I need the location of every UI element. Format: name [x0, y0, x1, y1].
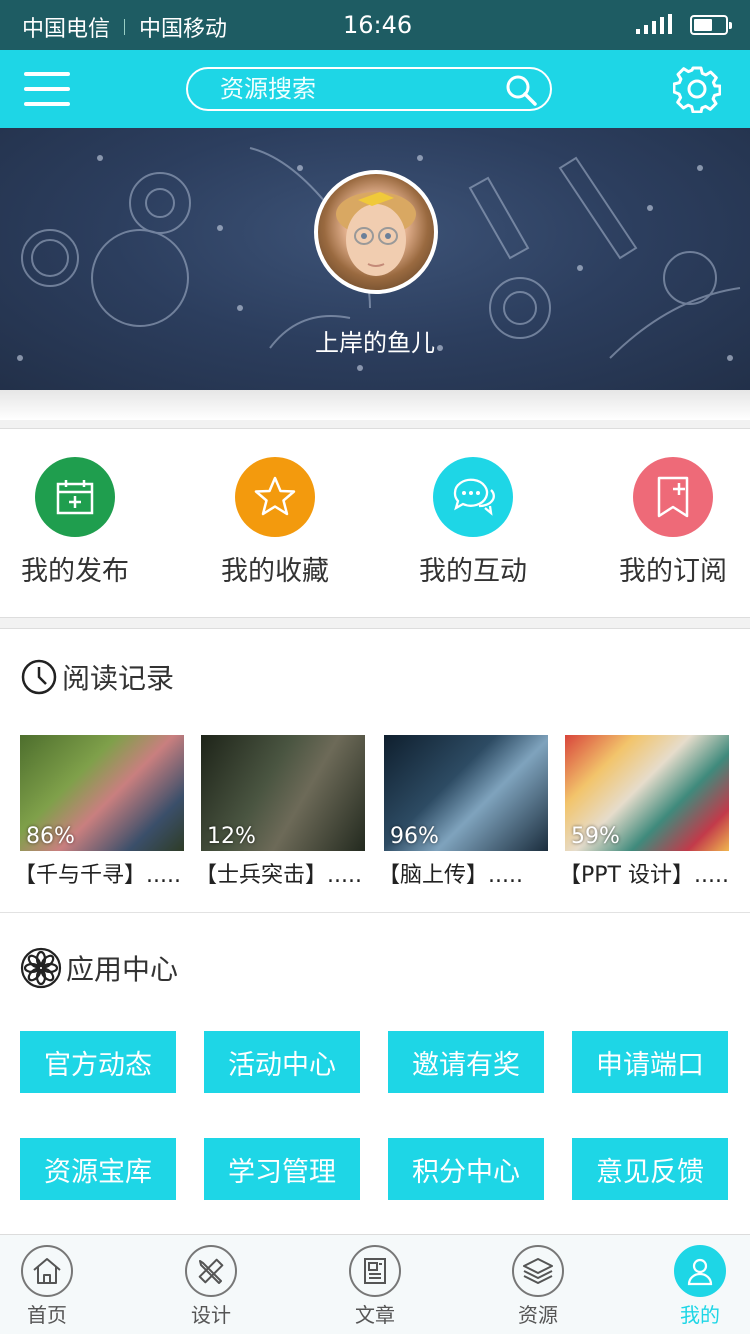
banner-divider — [0, 390, 750, 420]
my-subscriptions-button[interactable]: 我的订阅 — [593, 457, 750, 588]
study-management-button[interactable]: 学习管理 — [204, 1138, 360, 1200]
activity-center-button[interactable]: 活动中心 — [204, 1031, 360, 1093]
pencil-ruler-icon — [185, 1245, 237, 1297]
calendar-icon — [35, 457, 115, 537]
invite-reward-button[interactable]: 邀请有奖 — [388, 1031, 544, 1093]
tab-articles[interactable]: 文章 — [335, 1245, 415, 1328]
menu-icon[interactable] — [24, 70, 70, 108]
points-center-button[interactable]: 积分中心 — [388, 1138, 544, 1200]
reading-progress: 96% — [390, 824, 439, 849]
reading-item[interactable]: 12% 【士兵突击】..... — [195, 735, 365, 889]
reading-item[interactable]: 96% 【脑上传】..... — [378, 735, 548, 889]
clock-icon — [21, 659, 57, 695]
resource-library-button[interactable]: 资源宝库 — [20, 1138, 176, 1200]
avatar[interactable] — [314, 170, 438, 294]
tab-resources-label: 资源 — [518, 1303, 558, 1327]
reading-progress: 59% — [571, 824, 620, 849]
official-news-button[interactable]: 官方动态 — [20, 1031, 176, 1093]
signal-icon — [636, 14, 672, 34]
my-posts-label: 我的发布 — [21, 556, 129, 587]
tab-profile-label: 我的 — [680, 1303, 720, 1327]
my-favorites-label: 我的收藏 — [221, 556, 329, 587]
home-icon — [21, 1245, 73, 1297]
app-header — [0, 50, 750, 128]
reading-item[interactable]: 59% 【PPT 设计】..... — [559, 735, 729, 889]
apply-port-button[interactable]: 申请端口 — [572, 1031, 728, 1093]
my-interactions-label: 我的互动 — [419, 556, 527, 587]
gear-icon[interactable] — [673, 65, 721, 113]
app-center-label: 应用中心 — [66, 953, 179, 986]
reading-title: 【PPT 设计】..... — [559, 863, 729, 888]
layers-icon — [512, 1245, 564, 1297]
reading-history-label: 阅读记录 — [62, 662, 175, 695]
tab-articles-label: 文章 — [355, 1303, 395, 1327]
newspaper-icon — [349, 1245, 401, 1297]
carrier-2: 中国移动 — [139, 17, 228, 42]
bottom-tab-bar: 首页 设计 文章 资源 我的 — [0, 1234, 750, 1334]
bookmark-plus-icon — [633, 457, 713, 537]
app-center-title: 应用中心 — [20, 947, 178, 989]
battery-icon — [690, 15, 732, 35]
tab-home[interactable]: 首页 — [7, 1245, 87, 1328]
search-bar[interactable] — [186, 67, 552, 111]
tab-resources[interactable]: 资源 — [498, 1245, 578, 1328]
search-input[interactable] — [220, 75, 490, 103]
star-icon — [235, 457, 315, 537]
reading-thumbnail: 86% — [20, 735, 184, 851]
my-subscriptions-label: 我的订阅 — [619, 556, 727, 587]
reading-title: 【脑上传】..... — [378, 863, 523, 888]
reading-title: 【千与千寻】..... — [14, 863, 181, 888]
user-icon — [674, 1245, 726, 1297]
carrier-info: 中国电信 中国移动 — [22, 11, 227, 43]
feedback-button[interactable]: 意见反馈 — [572, 1138, 728, 1200]
carrier-separator — [124, 19, 126, 35]
chat-icon — [433, 457, 513, 537]
app-center-section: 应用中心 官方动态 活动中心 邀请有奖 申请端口 资源宝库 学习管理 积分中心 … — [0, 912, 750, 1234]
tab-home-label: 首页 — [27, 1303, 67, 1327]
clock-time: 16:46 — [343, 11, 413, 39]
reading-progress: 12% — [207, 824, 256, 849]
quick-actions: 我的发布 我的收藏 我的互动 我的订阅 — [0, 428, 750, 618]
avatar-portrait — [336, 192, 416, 276]
tab-profile[interactable]: 我的 — [660, 1245, 740, 1328]
my-favorites-button[interactable]: 我的收藏 — [195, 457, 355, 588]
search-icon[interactable] — [504, 74, 538, 106]
reading-thumbnail: 96% — [384, 735, 548, 851]
reading-thumbnail: 59% — [565, 735, 729, 851]
tab-design-label: 设计 — [191, 1303, 231, 1327]
tab-design[interactable]: 设计 — [171, 1245, 251, 1328]
my-interactions-button[interactable]: 我的互动 — [393, 457, 553, 588]
reading-thumbnail: 12% — [201, 735, 365, 851]
reading-history-section: 阅读记录 86% 【千与千寻】..... 12% 【士兵突击】..... 96%… — [0, 628, 750, 912]
reading-item[interactable]: 86% 【千与千寻】..... — [14, 735, 184, 889]
flower-icon — [20, 947, 62, 989]
status-bar: 中国电信 中国移动 16:46 — [0, 0, 750, 50]
carrier-1: 中国电信 — [22, 17, 111, 42]
reading-history-title: 阅读记录 — [20, 657, 174, 697]
reading-progress: 86% — [26, 824, 75, 849]
reading-title: 【士兵突击】..... — [195, 863, 362, 888]
username: 上岸的鱼儿 — [315, 329, 435, 357]
my-posts-button[interactable]: 我的发布 — [0, 457, 155, 588]
